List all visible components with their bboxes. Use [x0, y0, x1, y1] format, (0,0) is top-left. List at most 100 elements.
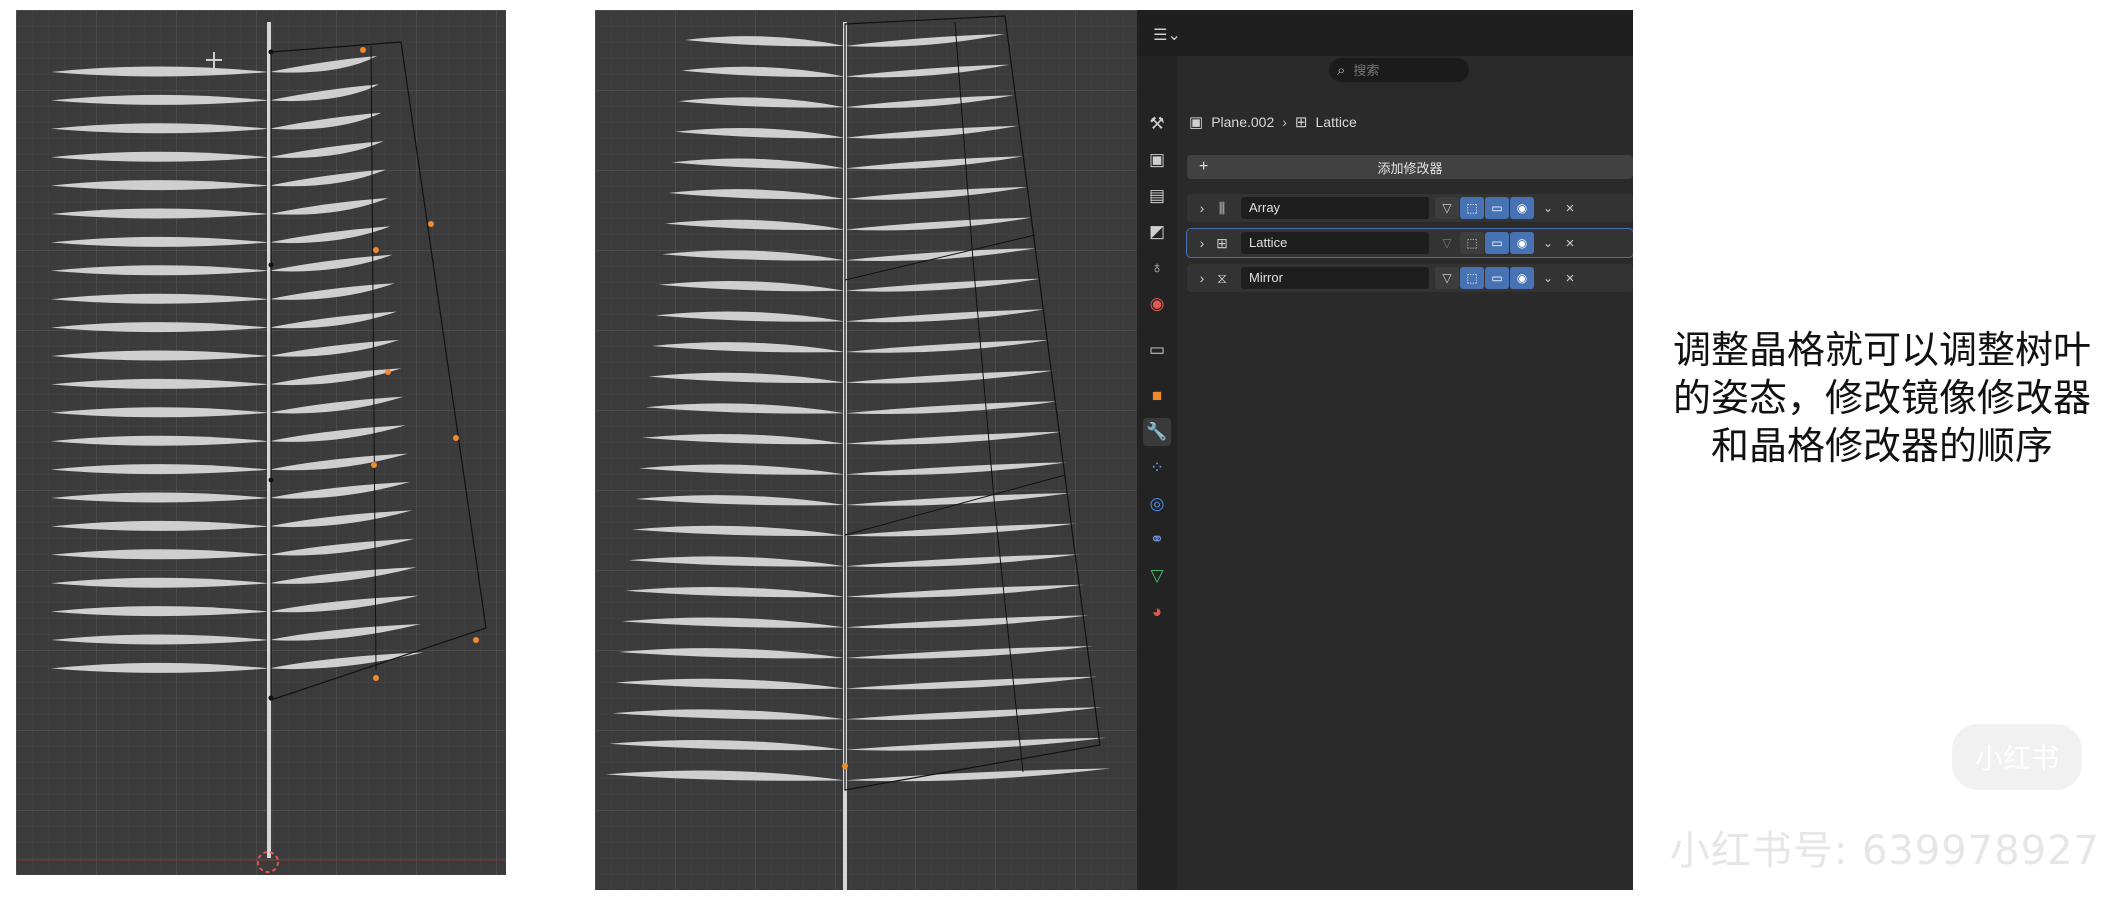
lattice-point-unselected [268, 262, 274, 268]
leaf-left [51, 577, 269, 588]
render-camera-icon[interactable]: ◉ [1510, 197, 1534, 219]
dropdown-chevron-icon[interactable]: ⌄ [1537, 236, 1559, 250]
collection-tab-icon[interactable]: ▭ [1143, 336, 1171, 364]
view-layer-tab-icon[interactable]: ◩ [1143, 218, 1171, 246]
leaf-left [661, 250, 845, 261]
expand-chevron-icon[interactable]: › [1193, 270, 1211, 286]
leaf-left [51, 350, 269, 361]
leaf-right [269, 141, 384, 158]
modifier-name-field[interactable]: Mirror [1241, 267, 1429, 289]
lattice-point-unselected [268, 695, 274, 701]
leaf-right [845, 340, 1049, 353]
leaf-left [51, 378, 269, 389]
remove-modifier-icon[interactable]: × [1559, 235, 1581, 252]
modifier-name-field[interactable]: Lattice [1241, 232, 1429, 254]
remove-modifier-icon[interactable]: × [1559, 200, 1581, 217]
leaf-right [845, 554, 1080, 567]
viewport-left[interactable] [16, 10, 506, 875]
leaf-left [681, 66, 845, 77]
leaf-left [51, 208, 269, 219]
breadcrumb-modifier[interactable]: Lattice [1316, 114, 1357, 130]
edit-mode-toggle-icon[interactable]: ⬚ [1460, 197, 1484, 219]
modifier-row-array[interactable]: › ⫼ Array ▽ ⬚ ▭ ◉ ⌄ × [1187, 194, 1633, 222]
leaf-left [51, 435, 269, 446]
remove-modifier-icon[interactable]: × [1559, 270, 1581, 287]
leaf-right [845, 309, 1045, 323]
modifier-name-field[interactable]: Array [1241, 197, 1429, 219]
object-tab-icon[interactable]: ■ [1143, 382, 1171, 410]
add-modifier-label: 添加修改器 [1377, 160, 1443, 176]
edit-mode-cage-icon[interactable]: ▽ [1435, 197, 1459, 219]
leaf-left [632, 525, 845, 536]
lattice-modifier-icon: ⊞ [1216, 234, 1228, 251]
render-tab-icon[interactable]: ▣ [1143, 146, 1171, 174]
modifiers-tab-icon[interactable]: 🔧 [1143, 418, 1171, 446]
search-field[interactable]: ⌕ [1329, 58, 1469, 82]
search-input[interactable] [1351, 61, 1456, 79]
lattice-point [453, 435, 459, 441]
material-tab-icon[interactable]: ◕ [1143, 598, 1171, 626]
leaf-right [845, 217, 1032, 231]
dropdown-chevron-icon[interactable]: ⌄ [1537, 201, 1559, 215]
expand-chevron-icon[interactable]: › [1193, 235, 1211, 251]
modifier-row-lattice[interactable]: › ⊞ Lattice ▽ ⬚ ▭ ◉ ⌄ × [1186, 228, 1633, 258]
mirror-modifier-icon: ⧖ [1217, 269, 1227, 286]
viewport-display-icon[interactable]: ▭ [1485, 232, 1509, 254]
scene-tab-icon[interactable]: ♁ [1143, 254, 1171, 282]
leaf-right [269, 453, 408, 471]
viewport-display-icon[interactable]: ▭ [1485, 197, 1509, 219]
particles-tab-icon[interactable]: ⁘ [1143, 454, 1171, 482]
lattice-cage-mid [954, 21, 1024, 773]
modifier-row-mirror[interactable]: › ⧖ Mirror ▽ ⬚ ▭ ◉ ⌄ × [1187, 264, 1633, 292]
physics-tab-icon[interactable]: ◎ [1143, 490, 1171, 518]
edit-mode-toggle-icon[interactable]: ⬚ [1460, 232, 1484, 254]
leaf-right [845, 248, 1036, 261]
leaf-right [845, 187, 1027, 200]
leaf-left [51, 236, 269, 247]
leaf-left [51, 151, 269, 162]
lattice-icon: ⊞ [1294, 114, 1308, 131]
leaf-left [652, 342, 845, 353]
viewport-display-icon[interactable]: ▭ [1485, 267, 1509, 289]
editor-type-button[interactable]: ☰⌄ [1151, 24, 1183, 46]
lattice-point-unselected [268, 477, 274, 483]
leaf-left [51, 492, 269, 503]
leaf-right [845, 737, 1107, 751]
breadcrumb-object[interactable]: Plane.002 [1211, 114, 1274, 130]
edit-mode-cage-icon[interactable]: ▽ [1435, 232, 1459, 254]
lattice-point [385, 369, 391, 375]
add-modifier-button[interactable]: + 添加修改器 [1187, 155, 1633, 179]
render-camera-icon[interactable]: ◉ [1510, 267, 1534, 289]
leaf-left [51, 549, 269, 560]
properties-tab-bar: ⚒ ▣ ▤ ◩ ♁ ◉ ▭ ■ 🔧 ⁘ ◎ ⚭ ▽ ◕ [1137, 56, 1177, 890]
expand-chevron-icon[interactable]: › [1193, 200, 1211, 216]
crosshair-icon [206, 52, 222, 68]
edit-mode-toggle-icon[interactable]: ⬚ [1460, 267, 1484, 289]
edit-mode-cage-icon[interactable]: ▽ [1435, 267, 1459, 289]
breadcrumb: ▣ Plane.002 › ⊞ Lattice [1189, 108, 1357, 136]
viewport-right[interactable] [595, 10, 1137, 890]
tool-tab-icon[interactable]: ⚒ [1143, 110, 1171, 138]
leaf-right [845, 156, 1023, 170]
leaf-right [845, 646, 1093, 659]
leaf-left [642, 433, 845, 445]
properties-header: ☰⌄ [1137, 10, 1633, 56]
leaf-right [269, 198, 388, 215]
output-tab-icon[interactable]: ▤ [1143, 182, 1171, 210]
leaf-left [615, 678, 845, 689]
leaf-right [845, 462, 1067, 476]
constraints-tab-icon[interactable]: ⚭ [1143, 526, 1171, 554]
render-camera-icon[interactable]: ◉ [1510, 232, 1534, 254]
breadcrumb-separator-icon: › [1282, 114, 1287, 130]
world-tab-icon[interactable]: ◉ [1143, 290, 1171, 318]
leaf-right [845, 95, 1014, 108]
viewport-right-scene [605, 15, 1111, 890]
caption-line-2: 的姿态，修改镜像修改器 [1672, 376, 2091, 420]
leaf-left [668, 189, 845, 200]
leaf-left [51, 407, 269, 418]
dropdown-chevron-icon[interactable]: ⌄ [1537, 271, 1559, 285]
leaf-left [612, 709, 845, 720]
properties-editor: ☰⌄ ⌕ ⚒ ▣ ▤ ◩ ♁ ◉ ▭ ■ 🔧 ⁘ ◎ ⚭ ▽ ◕ ▣ Plane… [1137, 10, 1633, 890]
leaf-left [51, 520, 269, 531]
data-tab-icon[interactable]: ▽ [1143, 562, 1171, 590]
